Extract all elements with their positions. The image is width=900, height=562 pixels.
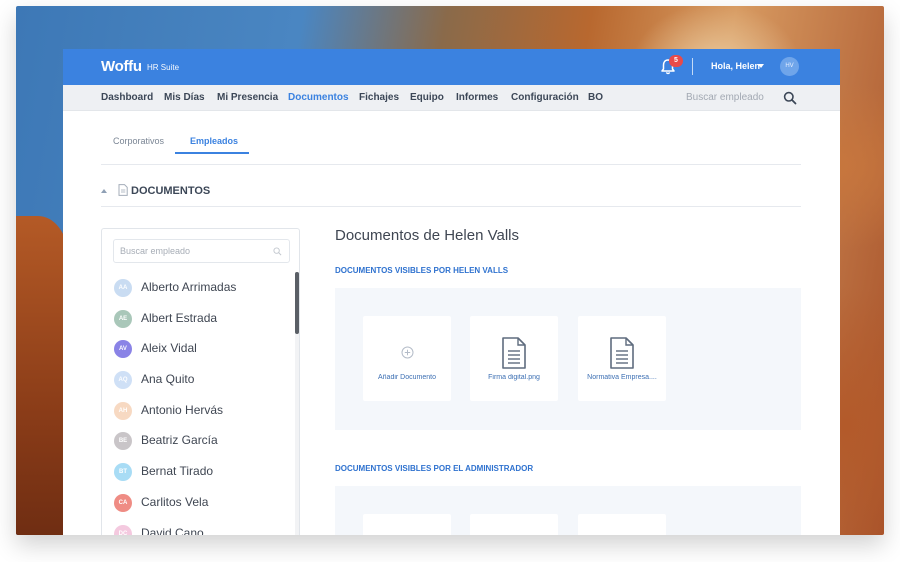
employee-visible-docs-label: DOCUMENTOS VISIBLES POR HELEN VALLS: [335, 266, 509, 275]
section-title: DOCUMENTOS: [131, 185, 211, 197]
employee-panel: AA Alberto Arrimadas AE Albert Estrada A…: [101, 228, 300, 535]
nav-item-bo[interactable]: BO: [588, 92, 603, 103]
nav-item-fichajes[interactable]: Fichajes: [359, 92, 399, 103]
list-item[interactable]: AE Albert Estrada: [114, 306, 292, 337]
file-icon: [610, 337, 634, 369]
list-item[interactable]: BT Bernat Tirado: [114, 459, 292, 490]
employee-name[interactable]: Carlitos Vela: [141, 495, 208, 509]
avatar: AA: [114, 279, 132, 297]
section-header: DOCUMENTOS: [101, 175, 801, 207]
avatar: BT: [114, 463, 132, 482]
employee-list: AA Alberto Arrimadas AE Albert Estrada A…: [114, 275, 292, 535]
search-icon[interactable]: [273, 247, 282, 256]
list-item[interactable]: AA Alberto Arrimadas: [114, 275, 292, 306]
employee-name[interactable]: Aleix Vidal: [141, 341, 197, 355]
avatar: CA: [114, 493, 132, 512]
document-card[interactable]: Firma digital.png: [470, 316, 558, 401]
nav-search-input[interactable]: Buscar empleado: [686, 92, 764, 103]
app-window: Woffu HR Suite 5 Hola, Helen HV Dashboar…: [63, 49, 840, 535]
avatar: BE: [114, 432, 132, 451]
document-name[interactable]: Normativa Empresa....: [582, 374, 662, 381]
main-nav: Dashboard Mis Días Mi Presencia Document…: [63, 85, 840, 111]
logo[interactable]: Woffu: [101, 58, 142, 75]
document-tabs: Corporativos Empleados: [101, 121, 801, 165]
scrollbar-thumb[interactable]: [295, 272, 299, 334]
file-icon: [502, 337, 526, 369]
avatar: AV: [114, 340, 132, 359]
collapse-icon[interactable]: [101, 189, 107, 193]
header-divider: [692, 58, 693, 75]
list-item[interactable]: CA Carlitos Vela: [114, 490, 292, 521]
list-item[interactable]: AV Aleix Vidal: [114, 336, 292, 367]
employee-name[interactable]: Beatriz García: [141, 433, 218, 447]
admin-visible-docs-label: DOCUMENTOS VISIBLES POR EL ADMINISTRADOR: [335, 464, 534, 473]
employee-documents-grid: Añadir Documento Firma digital.png Norma…: [335, 288, 801, 430]
nav-item-informes[interactable]: Informes: [456, 92, 498, 103]
list-item[interactable]: BE Beatriz García: [114, 428, 292, 459]
nav-item-mi-presencia[interactable]: Mi Presencia: [217, 92, 278, 103]
employee-name[interactable]: David Cano: [141, 526, 204, 536]
tab-corporativos[interactable]: Corporativos: [113, 136, 164, 146]
avatar: AE: [114, 309, 132, 328]
active-tab-indicator: [175, 152, 249, 154]
list-item[interactable]: AH Antonio Hervás: [114, 398, 292, 429]
top-bar: Woffu HR Suite 5 Hola, Helen HV: [63, 49, 840, 85]
avatar: AH: [114, 401, 132, 420]
user-avatar[interactable]: HV: [780, 57, 799, 76]
document-icon: [118, 184, 128, 196]
avatar: DC: [114, 524, 132, 535]
logo-subtitle: HR Suite: [147, 63, 180, 72]
employee-name[interactable]: Antonio Hervás: [141, 403, 223, 417]
chevron-down-icon[interactable]: [758, 64, 764, 68]
add-document-card[interactable]: Añadir Documento: [363, 316, 451, 401]
notification-badge[interactable]: 5: [669, 55, 683, 67]
list-item[interactable]: DC David Cano: [114, 521, 292, 536]
tab-empleados[interactable]: Empleados: [190, 136, 238, 146]
employee-name[interactable]: Albert Estrada: [141, 311, 217, 325]
add-icon[interactable]: [401, 346, 414, 359]
nav-item-documentos[interactable]: Documentos: [288, 92, 349, 103]
document-card[interactable]: [578, 514, 666, 535]
add-document-label[interactable]: Añadir Documento: [367, 374, 447, 381]
document-card[interactable]: [470, 514, 558, 535]
employee-name[interactable]: Alberto Arrimadas: [141, 280, 236, 294]
search-icon[interactable]: [783, 91, 797, 105]
document-card[interactable]: Normativa Empresa....: [578, 316, 666, 401]
employee-search-input[interactable]: [114, 240, 264, 262]
document-card[interactable]: [363, 514, 451, 535]
employee-name[interactable]: Ana Quito: [141, 372, 194, 386]
nav-item-mis-dias[interactable]: Mis Días: [164, 92, 205, 103]
nav-item-dashboard[interactable]: Dashboard: [101, 92, 153, 103]
user-greeting[interactable]: Hola, Helen: [711, 61, 760, 71]
nav-item-equipo[interactable]: Equipo: [410, 92, 444, 103]
avatar: AQ: [114, 371, 132, 390]
admin-documents-grid: [335, 486, 801, 535]
documents-title: Documentos de Helen Valls: [335, 227, 519, 244]
background-rock: [16, 216, 68, 535]
employee-search[interactable]: [113, 239, 290, 263]
document-name[interactable]: Firma digital.png: [474, 374, 554, 381]
employee-name[interactable]: Bernat Tirado: [141, 464, 213, 478]
nav-item-configuracion[interactable]: Configuración: [511, 92, 579, 103]
list-item[interactable]: AQ Ana Quito: [114, 367, 292, 398]
